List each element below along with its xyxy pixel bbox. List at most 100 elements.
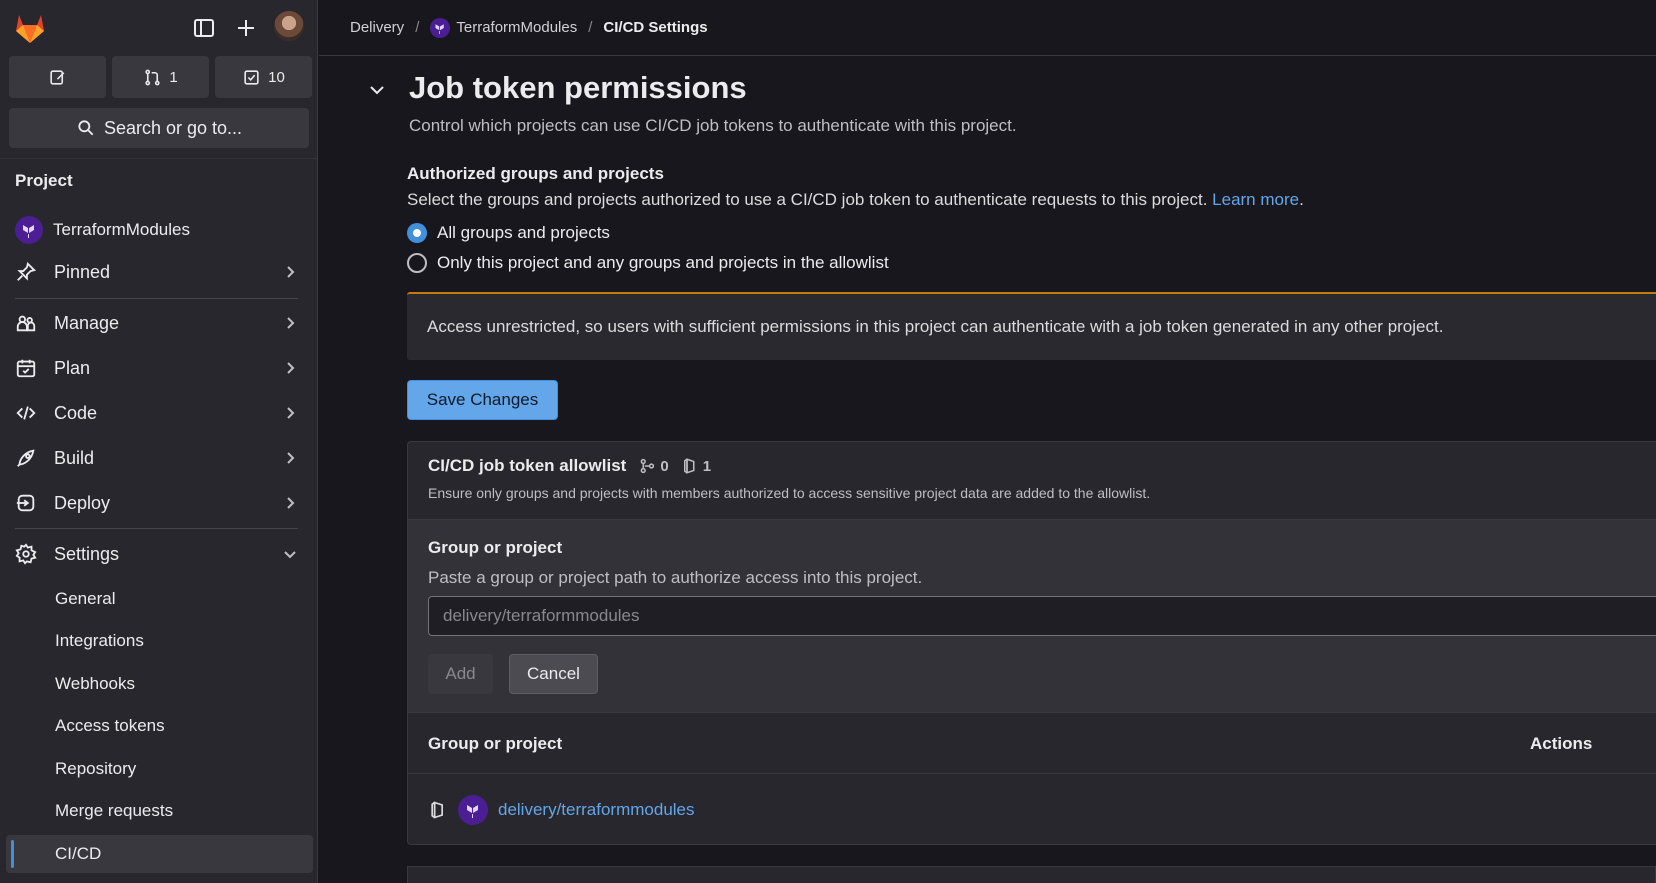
nav-build[interactable]: Build [15,439,305,477]
settings-access-tokens[interactable]: Access tokens [55,716,165,736]
terraform-icon [467,805,478,818]
sidebar: 1 10 Search or go to... Project Terrafor… [0,0,318,883]
calendar-icon [16,359,36,378]
project-name: TerraformModules [53,220,190,239]
collapse-section-chevron-icon[interactable] [366,79,388,101]
alert-text: Access unrestricted, so users with suffi… [427,317,1444,336]
merge-requests-button[interactable]: 1 [112,56,209,98]
nav-settings[interactable]: Settings [15,535,305,573]
chevron-right-icon [287,317,295,329]
page-title: Job token permissions [409,70,747,105]
nav-deploy[interactable]: Deploy [15,484,305,522]
group-or-project-input[interactable]: delivery/terraformmodules [428,596,1656,636]
allowlist-title: CI/CD job token allowlist [428,456,627,475]
breadcrumb-separator: / [415,19,420,36]
nav-label: Deploy [54,492,111,513]
search-label: Search or go to... [103,117,243,138]
settings-repository[interactable]: Repository [55,759,136,779]
chevron-right-icon [287,497,295,509]
project-icon [431,801,443,819]
nav-label: Manage [54,312,120,333]
gitlab-logo-icon[interactable] [13,12,47,44]
authorized-section-title: Authorized groups and projects [407,164,664,183]
group-icon [640,458,655,474]
pin-icon [17,261,37,281]
authorized-description-text: Select the groups and projects authorize… [407,190,1208,209]
add-button[interactable]: Add [428,654,493,694]
settings-integrations[interactable]: Integrations [55,631,144,651]
settings-webhooks[interactable]: Webhooks [55,674,135,694]
warning-alert: Access unrestricted, so users with suffi… [407,292,1656,360]
radio-label: Only this project and any groups and pro… [437,253,889,272]
todos-count: 10 [268,68,285,86]
users-icon [16,315,36,332]
project-path-link[interactable]: delivery/terraformmodules [498,800,695,820]
page-subtitle: Control which projects can use CI/CD job… [409,116,1017,135]
breadcrumb-current[interactable]: CI/CD Settings [603,19,707,36]
learn-more-link[interactable]: Learn more [1212,190,1299,209]
project-avatar [15,216,43,244]
plus-icon[interactable] [234,16,258,40]
todo-icon [244,69,259,85]
cancel-button[interactable]: Cancel [509,654,598,694]
settings-cicd[interactable]: CI/CD [55,844,101,864]
input-placeholder: delivery/terraformmodules [443,606,640,625]
issues-button[interactable] [9,56,106,98]
radio-button-checked[interactable] [407,223,427,243]
group-count-value: 0 [660,457,669,475]
user-avatar[interactable] [274,11,304,41]
issues-icon [50,69,65,85]
todos-button[interactable]: 10 [215,56,312,98]
sidebar-toggle-icon[interactable] [192,16,216,40]
nav-pinned[interactable]: Pinned [15,253,305,291]
settings-cicd-highlight [6,835,313,873]
table-header: Group or project Actions [408,714,1656,774]
group-count: 0 [638,457,669,475]
merge-requests-count: 1 [169,68,178,86]
radio-button[interactable] [407,253,427,273]
deploy-icon [16,494,35,512]
code-icon [16,406,36,420]
authorized-section-description: Select the groups and projects authorize… [407,190,1304,210]
gear-icon [15,543,37,565]
divider [15,528,298,529]
terraform-icon [435,23,445,34]
nav-label: Code [54,402,98,423]
radio-all-groups[interactable]: All groups and projects [407,223,610,243]
project-icon [683,458,695,474]
chevron-right-icon [287,362,295,374]
nav-label: Pinned [54,261,111,282]
next-section-card [407,866,1656,883]
search-icon [78,120,94,136]
save-changes-button[interactable]: Save Changes [407,380,558,420]
section-label: Project [15,171,73,190]
project-count: 1 [681,457,711,475]
breadcrumb-project[interactable]: TerraformModules [430,17,578,38]
nav-label: Plan [54,357,91,378]
nav-plan[interactable]: Plan [15,349,305,387]
radio-allowlist-only[interactable]: Only this project and any groups and pro… [407,253,889,273]
nav-label: Build [54,447,95,468]
allowlist-description: Ensure only groups and projects with mem… [428,485,1151,501]
search-button[interactable]: Search or go to... [9,108,309,148]
breadcrumb-separator: / [588,19,593,36]
divider [0,158,317,159]
column-header-group-or-project: Group or project [428,734,563,753]
rocket-icon [17,449,35,467]
chevron-down-icon [284,551,296,559]
breadcrumb-group[interactable]: Delivery [350,19,404,36]
table-row: delivery/terraformmodules [408,775,1656,845]
divider [15,298,298,299]
nav-code[interactable]: Code [15,394,305,432]
breadcrumb-project-label: TerraformModules [456,19,578,36]
settings-general[interactable]: General [55,589,115,609]
radio-label: All groups and projects [437,223,610,242]
terraform-icon [23,225,34,238]
settings-merge-requests[interactable]: Merge requests [55,801,173,821]
nav-manage[interactable]: Manage [15,304,305,342]
sidebar-counters: 1 10 [9,56,312,98]
project-avatar [430,17,451,38]
nav-label: Settings [54,543,120,564]
allowlist-form: Group or project Paste a group or projec… [408,519,1656,713]
project-link[interactable]: TerraformModules [15,216,190,244]
